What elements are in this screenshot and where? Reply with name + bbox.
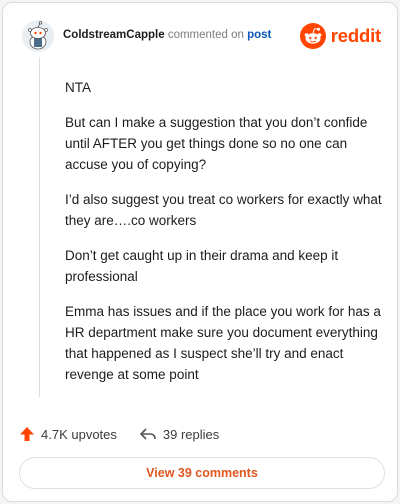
- upvote-button[interactable]: 4.7K upvotes: [19, 426, 117, 442]
- username-link[interactable]: ColdstreamCapple: [63, 29, 165, 41]
- upvote-arrow-icon: [20, 427, 34, 441]
- view-comments-label: View 39 comments: [146, 466, 258, 480]
- comment-actions: 4.7K upvotes 39 replies: [19, 423, 219, 445]
- comment-meta: ColdstreamCapple commented on post: [63, 29, 271, 41]
- replies-count: 39 replies: [162, 426, 220, 442]
- reddit-logo-icon: [299, 23, 326, 49]
- reddit-wordmark: reddit: [330, 25, 381, 46]
- thread-line: [39, 57, 40, 397]
- comment-paragraph: Don’t get caught up in their drama and k…: [65, 248, 339, 284]
- reply-arrow-icon: [140, 428, 156, 440]
- comment-paragraph: I’d also suggest you treat co workers fo…: [65, 192, 382, 228]
- comment-card: ColdstreamCapple commented on post reddi…: [2, 2, 398, 502]
- post-link[interactable]: post: [247, 29, 271, 41]
- upvote-count: 4.7K upvotes: [41, 426, 117, 442]
- comment-paragraph: Emma has issues and if the place you wor…: [65, 304, 381, 382]
- view-comments-button[interactable]: View 39 comments: [19, 457, 385, 489]
- comment-header: ColdstreamCapple commented on post reddi…: [17, 17, 383, 57]
- comment-paragraph: But can I make a suggestion that you don…: [65, 115, 368, 172]
- comment-body: NTA But can I make a suggestion that you…: [65, 77, 387, 399]
- action-text: commented on: [167, 29, 244, 41]
- reddit-brand[interactable]: reddit: [299, 21, 381, 51]
- comment-paragraph: NTA: [65, 80, 91, 95]
- replies-button[interactable]: 39 replies: [139, 426, 219, 442]
- user-avatar-icon[interactable]: [21, 19, 55, 53]
